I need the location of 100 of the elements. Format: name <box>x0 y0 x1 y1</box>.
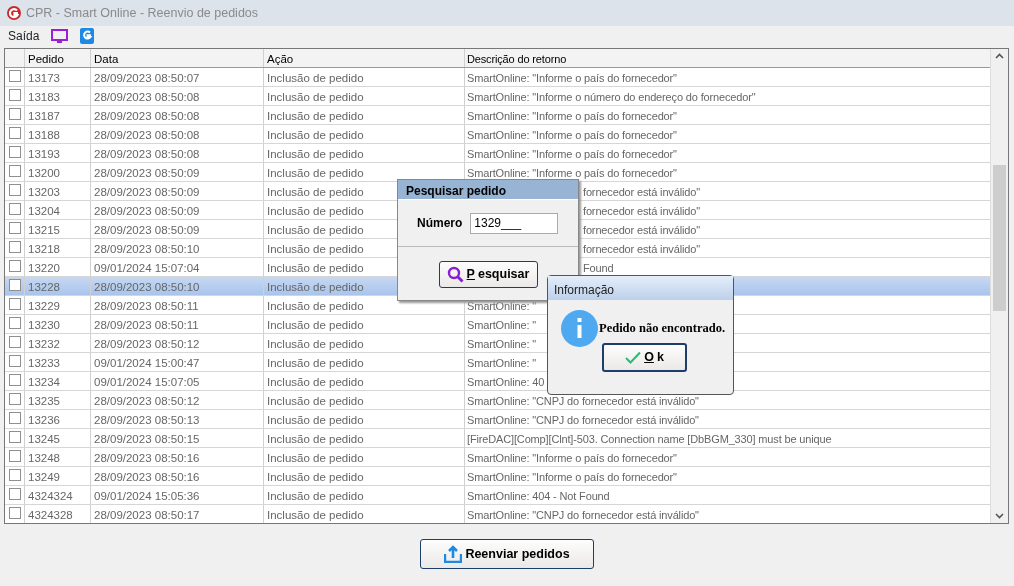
table-cell: SmartOnline: "Informe o país do fornecedor" <box>467 148 677 160</box>
info-icon <box>561 310 598 347</box>
checkbox[interactable] <box>9 374 21 386</box>
checkbox[interactable] <box>9 108 21 120</box>
table-cell: 28/09/2023 08:50:09 <box>94 186 200 198</box>
table-cell: Inclusão de pedido <box>267 490 364 502</box>
checkbox[interactable] <box>9 317 21 329</box>
table-cell: 4324324 <box>28 490 73 502</box>
table-cell: SmartOnline: 40 <box>467 376 545 388</box>
table-cell: 13188 <box>28 129 60 141</box>
table-cell: SmartOnline: "Informe o país do fornecedor" <box>467 110 677 122</box>
table-cell: 4324328 <box>28 509 73 521</box>
table-cell: 28/09/2023 08:50:12 <box>94 395 200 407</box>
menu-item[interactable]: Saída <box>8 27 40 45</box>
table-cell: 13215 <box>28 224 60 236</box>
column-header[interactable]: Ação <box>264 49 465 67</box>
resend-button[interactable]: Reenviar pedidos <box>420 539 594 569</box>
checkbox[interactable] <box>9 355 21 367</box>
monitor-icon[interactable] <box>51 28 69 44</box>
field-label: Número <box>417 215 463 232</box>
column-header[interactable]: Data <box>91 49 264 67</box>
column-header[interactable]: Descrição do retorno <box>465 49 990 67</box>
table-cell: Inclusão de pedido <box>267 167 364 179</box>
table-cell: 13233 <box>28 357 60 369</box>
table-cell: 13204 <box>28 205 60 217</box>
table-cell: 13248 <box>28 452 60 464</box>
table-cell: 28/09/2023 08:50:15 <box>94 433 200 445</box>
table-cell: Inclusão de pedido <box>267 224 364 236</box>
table-cell: 09/01/2024 15:07:05 <box>94 376 200 388</box>
table-cell: 28/09/2023 08:50:16 <box>94 471 200 483</box>
table-cell: 28/09/2023 08:50:11 <box>94 300 199 312</box>
table-cell: Inclusão de pedido <box>267 129 364 141</box>
table-cell: 13173 <box>28 72 60 84</box>
table-cell: Inclusão de pedido <box>267 281 364 293</box>
table-cell: Inclusão de pedido <box>267 395 364 407</box>
checkbox[interactable] <box>9 507 21 519</box>
checkbox[interactable] <box>9 431 21 443</box>
checkbox[interactable] <box>9 412 21 424</box>
table-cell: 13230 <box>28 319 60 331</box>
checkbox[interactable] <box>9 336 21 348</box>
checkbox[interactable] <box>9 127 21 139</box>
checkbox[interactable] <box>9 450 21 462</box>
table-cell: 13218 <box>28 243 60 255</box>
table-cell: 28/09/2023 08:50:09 <box>94 224 200 236</box>
table-cell: Inclusão de pedido <box>267 72 364 84</box>
table-cell: Inclusão de pedido <box>267 300 364 312</box>
table-cell: 13245 <box>28 433 60 445</box>
table-cell: 13235 <box>28 395 60 407</box>
checkbox[interactable] <box>9 241 21 253</box>
table-cell: fornecedor está inválido" <box>583 224 700 236</box>
checkbox[interactable] <box>9 222 21 234</box>
checkbox[interactable] <box>9 393 21 405</box>
table-cell: 13228 <box>28 281 60 293</box>
table-cell: 13232 <box>28 338 60 350</box>
search-button[interactable]: Pesquisar <box>438 261 538 288</box>
table-cell: Inclusão de pedido <box>267 509 364 521</box>
table-cell: Inclusão de pedido <box>267 376 364 388</box>
checkbox[interactable] <box>9 89 21 101</box>
checkbox[interactable] <box>9 298 21 310</box>
scroll-down-icon[interactable] <box>995 513 1004 519</box>
window-title: CPR - Smart Online - Reenvio de pedidos <box>26 4 259 22</box>
checkbox[interactable] <box>9 146 21 158</box>
dialog-title: Informação <box>548 276 733 300</box>
table-cell: Inclusão de pedido <box>267 414 364 426</box>
table-cell: 28/09/2023 08:50:10 <box>94 243 200 255</box>
table-cell: Inclusão de pedido <box>267 357 364 369</box>
table-cell: SmartOnline: "Informe o país do fornecedor" <box>467 167 677 179</box>
checkbox[interactable] <box>9 279 21 291</box>
table-cell: [FireDAC][Comp][Clnt]-503. Connection name [DbBGM_330] must be unique <box>467 433 832 445</box>
checkbox[interactable] <box>9 184 21 196</box>
table-cell: SmartOnline: "Informe o país do fornecedor" <box>467 72 677 84</box>
table-cell: Inclusão de pedido <box>267 243 364 255</box>
table-cell: 13236 <box>28 414 60 426</box>
table-cell: SmartOnline: " <box>467 338 537 350</box>
table-cell: 28/09/2023 08:50:08 <box>94 129 200 141</box>
checkbox[interactable] <box>9 260 21 272</box>
table-cell: 13220 <box>28 262 60 274</box>
scroll-up-icon[interactable] <box>995 53 1004 59</box>
scrollbar-thumb[interactable] <box>993 165 1006 311</box>
checkbox[interactable] <box>9 469 21 481</box>
table-cell: SmartOnline: "CNPJ do fornecedor está inválido" <box>467 509 699 521</box>
app-logo-icon[interactable] <box>80 28 95 44</box>
table-cell: SmartOnline: "Informe o número do endereço do fornecedor" <box>467 91 756 103</box>
checkbox[interactable] <box>9 488 21 500</box>
table-cell: 28/09/2023 08:50:08 <box>94 91 200 103</box>
table-cell: 13249 <box>28 471 60 483</box>
table-cell: fornecedor está inválido" <box>583 243 700 255</box>
table-cell: 09/01/2024 15:05:36 <box>94 490 200 502</box>
table-cell: SmartOnline: "Informe o país do fornecedor" <box>467 452 677 464</box>
checkbox[interactable] <box>9 203 21 215</box>
checkbox[interactable] <box>9 165 21 177</box>
number-field[interactable]: 1329___ <box>470 212 559 234</box>
table-cell: fornecedor está inválido" <box>583 205 700 217</box>
table-cell: SmartOnline: "CNPJ do fornecedor está inválido" <box>467 395 699 407</box>
table-cell: SmartOnline: " <box>467 300 537 312</box>
table-cell: 13187 <box>28 110 60 122</box>
checkbox[interactable] <box>9 70 21 82</box>
table-cell: Inclusão de pedido <box>267 452 364 464</box>
column-header[interactable]: Pedido <box>25 49 91 67</box>
app-logo-icon <box>6 5 22 21</box>
